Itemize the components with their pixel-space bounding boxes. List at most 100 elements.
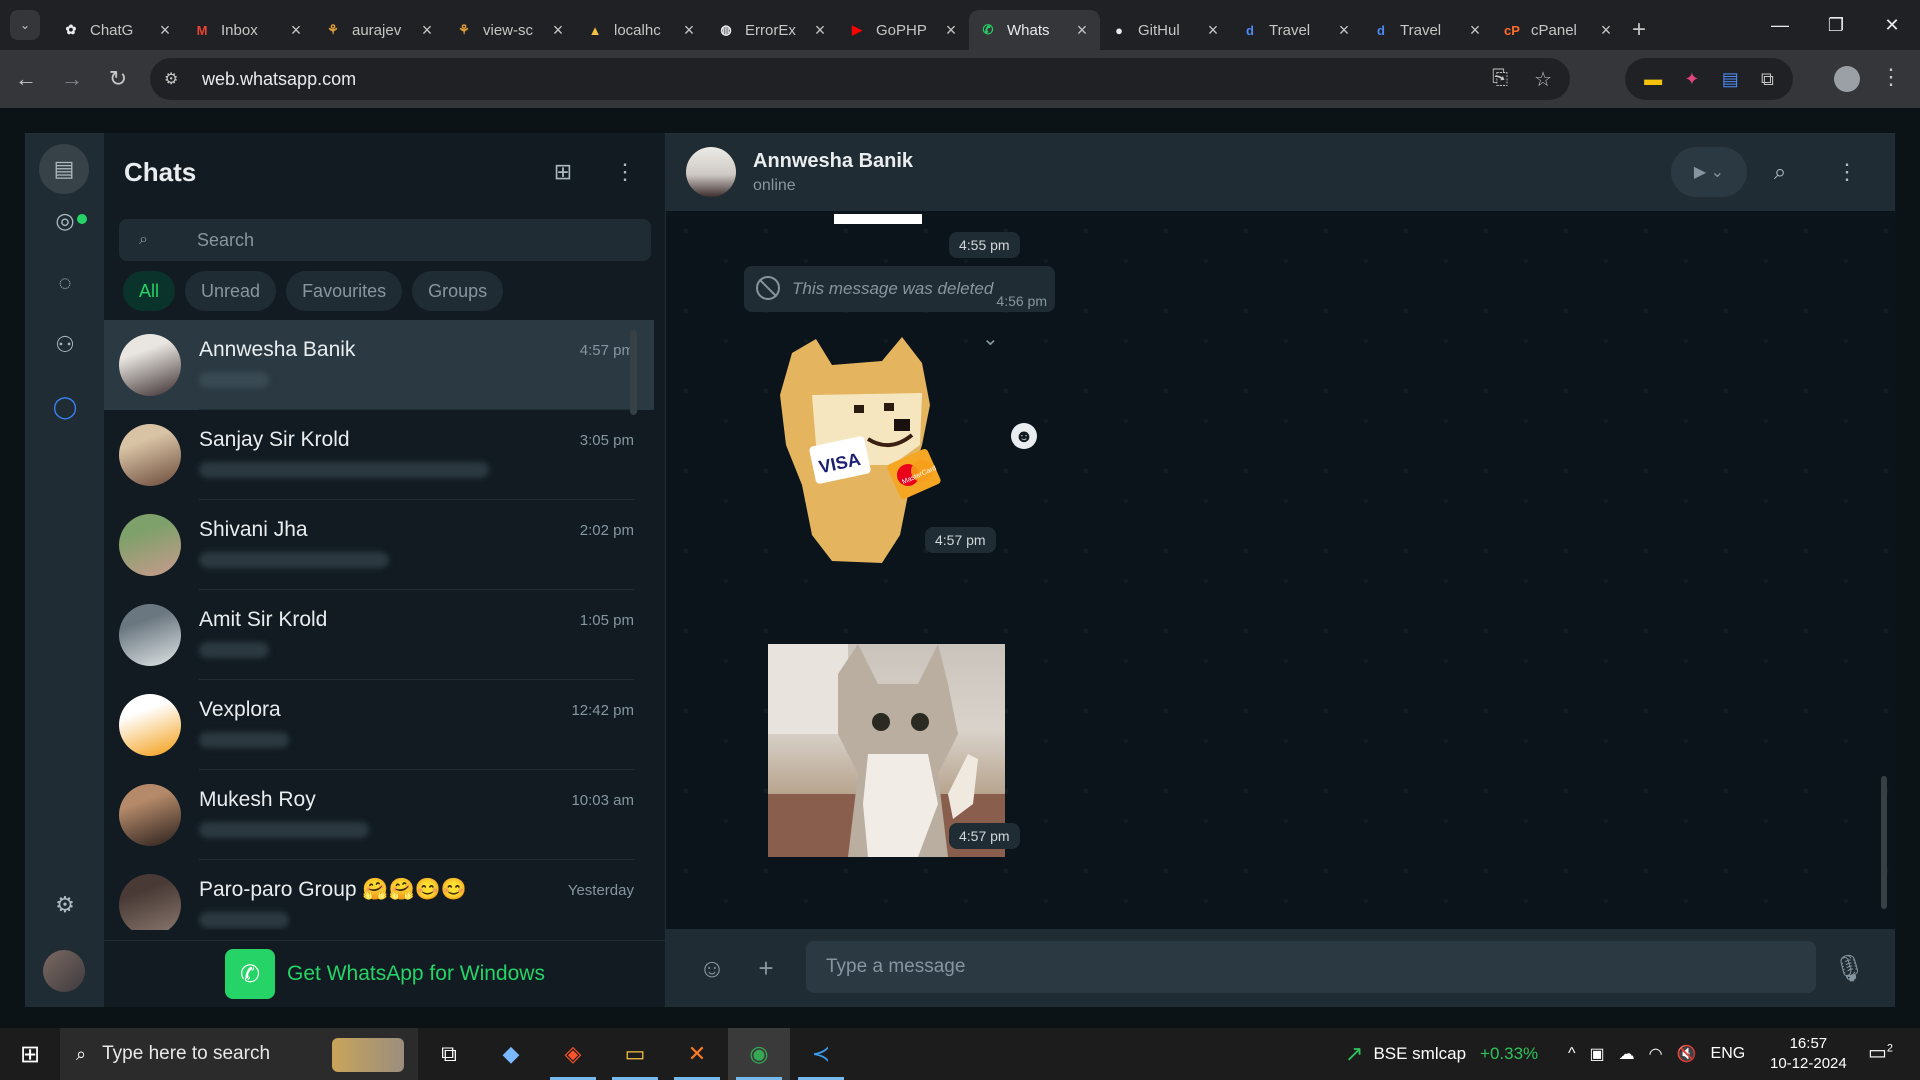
tab-close-icon[interactable]: × [1074,20,1090,41]
tab-close-icon[interactable]: × [1336,20,1352,41]
taskbar-search-placeholder[interactable]: Type here to search [102,1043,270,1065]
browser-tab[interactable]: cP cPanel × [1493,10,1624,50]
browser-tab[interactable]: ⚘ view-sc × [445,10,576,50]
tray-chevron-up-icon[interactable]: ^ [1568,1045,1576,1063]
volume-muted-icon[interactable]: 🔇 [1677,1044,1697,1064]
microphone-icon[interactable]: 🎙 [1829,948,1869,988]
reload-icon[interactable]: ↻ [98,59,138,99]
browser-tab[interactable]: ▲ localhc × [576,10,707,50]
tab-close-icon[interactable]: × [157,20,173,41]
back-icon[interactable]: ← [6,59,46,99]
notification-center-icon[interactable]: ▭2 [1868,1040,1893,1065]
emoji-icon[interactable]: ☺ [692,948,732,988]
address-bar[interactable]: ⚙ web.whatsapp.com ⎘ ☆ [150,58,1570,100]
chat-avatar[interactable] [119,334,181,396]
forward-icon[interactable]: → [52,59,92,99]
browser-tab[interactable]: ▶ GoPHP × [838,10,969,50]
chrome-icon[interactable]: ◉ [728,1028,790,1080]
sidebar-menu-icon[interactable]: ⋮ [605,152,645,192]
chat-list-item[interactable]: Sanjay Sir Krold 3:05 pm [104,410,654,500]
meet-now-icon[interactable]: ▣ [1590,1044,1605,1064]
onedrive-icon[interactable]: ☁ [1619,1044,1635,1064]
chat-avatar[interactable] [119,784,181,846]
windows-start-icon[interactable]: ⊞ [0,1028,60,1080]
color-extension-icon[interactable]: ✦ [1684,69,1699,90]
meta-ai-icon[interactable]: ◯ [45,387,85,427]
chat-list-item[interactable]: Annwesha Banik 4:57 pm [104,320,654,410]
contact-name[interactable]: Annwesha Banik [753,150,913,173]
chat-list-item[interactable]: Vexplora 12:42 pm [104,680,654,770]
stock-widget[interactable]: ↗ BSE smlcap +0.33% [1345,1028,1538,1080]
system-clock[interactable]: 16:57 10-12-2024 [1770,1034,1847,1074]
minimize-icon[interactable]: — [1752,0,1808,50]
chats-nav-icon[interactable]: ▤ [39,144,89,194]
folder-extension-icon[interactable]: ▬ [1644,69,1662,90]
channels-nav-icon[interactable]: ◌ [45,263,85,303]
get-app-label[interactable]: Get WhatsApp for Windows [287,962,545,986]
communities-nav-icon[interactable]: ⚇ [45,325,85,365]
filter-chip-groups[interactable]: Groups [412,271,504,311]
get-whatsapp-banner[interactable]: ✆ Get WhatsApp for Windows [104,940,666,1007]
wifi-icon[interactable]: ◠ [1649,1044,1663,1064]
browser-tab[interactable]: ● GitHul × [1100,10,1231,50]
conversation-menu-icon[interactable]: ⋮ [1827,152,1867,192]
conversation-header[interactable]: Annwesha Banik online ▶ ⌄ ⌕ ⋮ [666,133,1895,211]
chat-list-item[interactable]: Mukesh Roy 10:03 am [104,770,654,860]
copilot-icon[interactable]: ◆ [480,1028,542,1080]
chat-avatar[interactable] [119,604,181,666]
close-window-icon[interactable]: ✕ [1864,0,1920,50]
attach-plus-icon[interactable]: + [746,948,786,988]
tab-close-icon[interactable]: × [812,20,828,41]
user-profile-avatar[interactable] [43,950,85,992]
chat-avatar[interactable] [119,424,181,486]
settings-gear-icon[interactable]: ⚙ [45,885,85,925]
chat-list-item[interactable]: Shivani Jha 2:02 pm [104,500,654,590]
deleted-message-bubble[interactable]: This message was deleted 4:56 pm [744,266,1055,312]
url-text[interactable]: web.whatsapp.com [202,69,356,90]
vscode-icon[interactable]: ≺ [790,1028,852,1080]
taskbar-search[interactable]: ⌕ Type here to search [60,1028,418,1080]
tab-close-icon[interactable]: × [1205,20,1221,41]
restore-icon[interactable]: ❐ [1808,0,1864,50]
browser-tab[interactable]: M Inbox × [183,10,314,50]
search-messages-icon[interactable]: ⌕ [1760,152,1800,192]
chatlist-scrollbar[interactable] [630,330,637,415]
chat-avatar[interactable] [119,514,181,576]
tab-close-icon[interactable]: × [419,20,435,41]
chat-list-item[interactable]: Amit Sir Krold 1:05 pm [104,590,654,680]
browser-tab[interactable]: d Travel × [1362,10,1493,50]
chevron-down-icon[interactable]: ⌄ [982,326,999,351]
bookmark-star-icon[interactable]: ☆ [1534,67,1552,92]
tab-close-icon[interactable]: × [1467,20,1483,41]
site-info-icon[interactable]: ⚙ [164,69,184,89]
tab-close-icon[interactable]: × [288,20,304,41]
browser-tab[interactable]: ◍ ErrorEx × [707,10,838,50]
filter-chip-all[interactable]: All [123,271,176,311]
new-chat-icon[interactable]: ⊞ [543,152,583,192]
tab-close-icon[interactable]: × [1598,20,1614,41]
chat-avatar[interactable] [119,694,181,756]
file-explorer-icon[interactable]: ▭ [604,1028,666,1080]
profile-avatar[interactable] [1834,66,1860,92]
tab-close-icon[interactable]: × [681,20,697,41]
browser-tab[interactable]: ✆ Whats × [969,10,1100,50]
chat-list-item[interactable]: Paro-paro Group 🤗🤗😊😊 Yesterday [104,860,654,930]
conversation-scrollbar[interactable] [1881,776,1887,909]
new-tab-button[interactable]: + [1624,10,1654,50]
react-emoji-icon[interactable]: ☻ [1011,423,1037,449]
reader-extension-icon[interactable]: ▤ [1722,69,1739,90]
tab-close-icon[interactable]: × [550,20,566,41]
extensions-puzzle-icon[interactable]: ⧉ [1761,69,1774,90]
video-call-button[interactable]: ▶ ⌄ [1671,147,1747,197]
install-app-icon[interactable]: ⎘ [1492,67,1508,92]
browser-menu-icon[interactable]: ⋮ [1880,64,1902,90]
chat-avatar[interactable] [119,874,181,930]
contact-avatar[interactable] [686,147,736,197]
task-view-icon[interactable]: ⧉ [418,1028,480,1080]
browser-tab[interactable]: d Travel × [1231,10,1362,50]
search-input[interactable] [197,229,597,251]
xampp-icon[interactable]: ✕ [666,1028,728,1080]
tab-close-icon[interactable]: × [943,20,959,41]
browser-tab[interactable]: ✿ ChatG × [52,10,183,50]
browser-tab[interactable]: ⚘ aurajev × [314,10,445,50]
